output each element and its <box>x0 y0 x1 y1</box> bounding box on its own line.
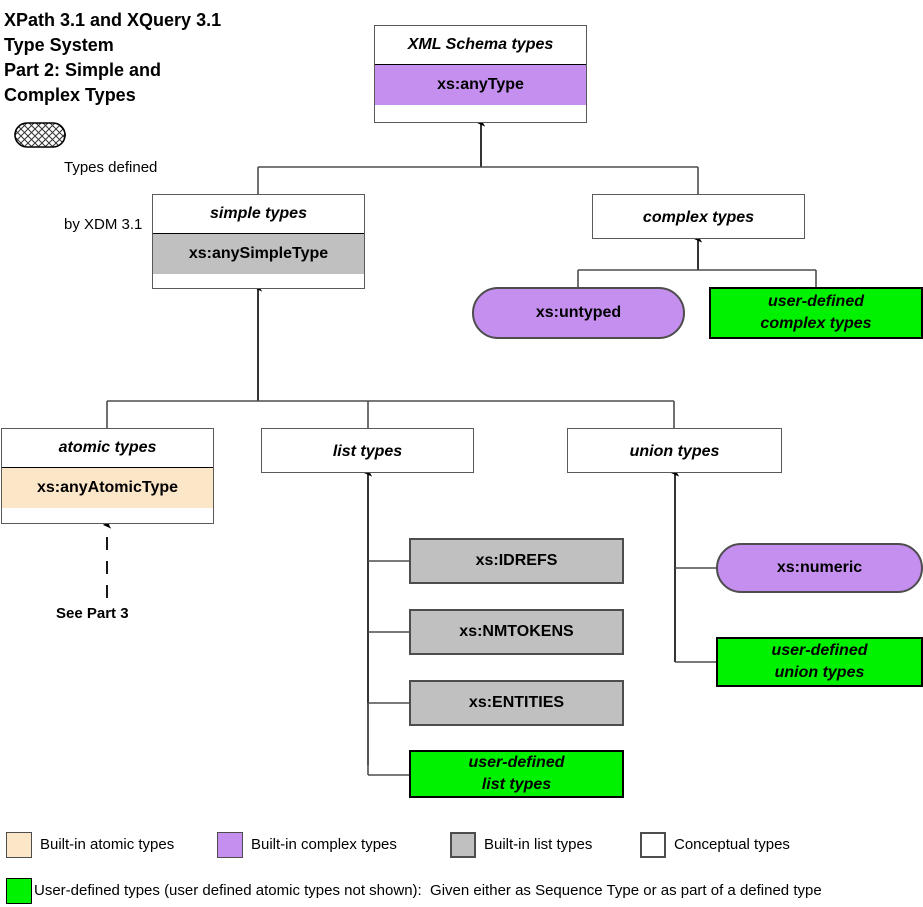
legend-label-builtin-list: Built-in list types <box>484 836 593 853</box>
title-line-3: Part 2: Simple and <box>4 60 162 80</box>
legend-swatch-builtin-atomic <box>6 832 32 858</box>
node-xs-anyatomictype-value: xs:anyAtomicType <box>2 468 213 508</box>
legend-swatch-builtin-list <box>450 832 476 858</box>
xdm-legend-text: Types defined by XDM 3.1 <box>64 120 157 272</box>
user-defined-complex-line-2: complex types <box>760 315 872 332</box>
node-xs-anytype-value: xs:anyType <box>375 65 586 105</box>
title-line-4: Complex Types <box>4 85 136 105</box>
node-xs-numeric[interactable]: xs:numeric <box>716 543 923 593</box>
node-xs-nmtokens[interactable]: xs:NMTOKENS <box>409 609 624 655</box>
node-xml-schema-types[interactable]: XML Schema types xs:anyType <box>374 25 587 123</box>
xdm-hatch-legend-icon <box>14 122 66 148</box>
title-line-2: Type System <box>4 35 114 55</box>
user-defined-union-line-2: union types <box>774 664 865 681</box>
node-xs-anysimpletype-value: xs:anySimpleType <box>153 234 364 274</box>
node-simple-types-header: simple types <box>153 195 364 234</box>
node-atomic-types-header: atomic types <box>2 429 213 468</box>
node-xs-entities[interactable]: xs:ENTITIES <box>409 680 624 726</box>
legend-label-conceptual: Conceptual types <box>674 836 790 853</box>
node-user-defined-list-types[interactable]: user-defined list types <box>409 750 624 798</box>
legend-swatch-user-defined <box>6 878 32 904</box>
user-defined-complex-line-1: user-defined <box>767 293 864 310</box>
user-defined-list-line-2: list types <box>481 776 552 793</box>
page-title: XPath 3.1 and XQuery 3.1 Type System Par… <box>4 8 334 108</box>
xdm-legend-line-1: Types defined <box>64 159 158 176</box>
diagram-canvas: XPath 3.1 and XQuery 3.1 Type System Par… <box>0 0 923 907</box>
user-defined-union-line-1: user-defined <box>771 642 868 659</box>
node-atomic-types[interactable]: atomic types xs:anyAtomicType <box>1 428 214 524</box>
xdm-legend-line-2: by XDM 3.1 <box>64 216 143 233</box>
node-simple-types[interactable]: simple types xs:anySimpleType <box>152 194 365 289</box>
see-part-3-label: See Part 3 <box>56 605 129 622</box>
legend-label-builtin-complex: Built-in complex types <box>251 836 397 853</box>
legend-label-builtin-atomic: Built-in atomic types <box>40 836 175 853</box>
node-list-types[interactable]: list types <box>261 428 474 473</box>
node-complex-types[interactable]: complex types <box>592 194 805 239</box>
node-xs-untyped[interactable]: xs:untyped <box>472 287 685 339</box>
node-union-types[interactable]: union types <box>567 428 782 473</box>
user-defined-list-line-1: user-defined <box>468 754 565 771</box>
node-xml-schema-types-header: XML Schema types <box>375 26 586 65</box>
title-line-1: XPath 3.1 and XQuery 3.1 <box>4 10 222 30</box>
legend-label-user-defined: User-defined types (user defined atomic … <box>34 882 822 899</box>
node-xs-idrefs[interactable]: xs:IDREFS <box>409 538 624 584</box>
node-user-defined-union-types[interactable]: user-defined union types <box>716 637 923 687</box>
legend-swatch-builtin-complex <box>217 832 243 858</box>
node-user-defined-complex-types[interactable]: user-defined complex types <box>709 287 923 339</box>
legend-swatch-conceptual <box>640 832 666 858</box>
